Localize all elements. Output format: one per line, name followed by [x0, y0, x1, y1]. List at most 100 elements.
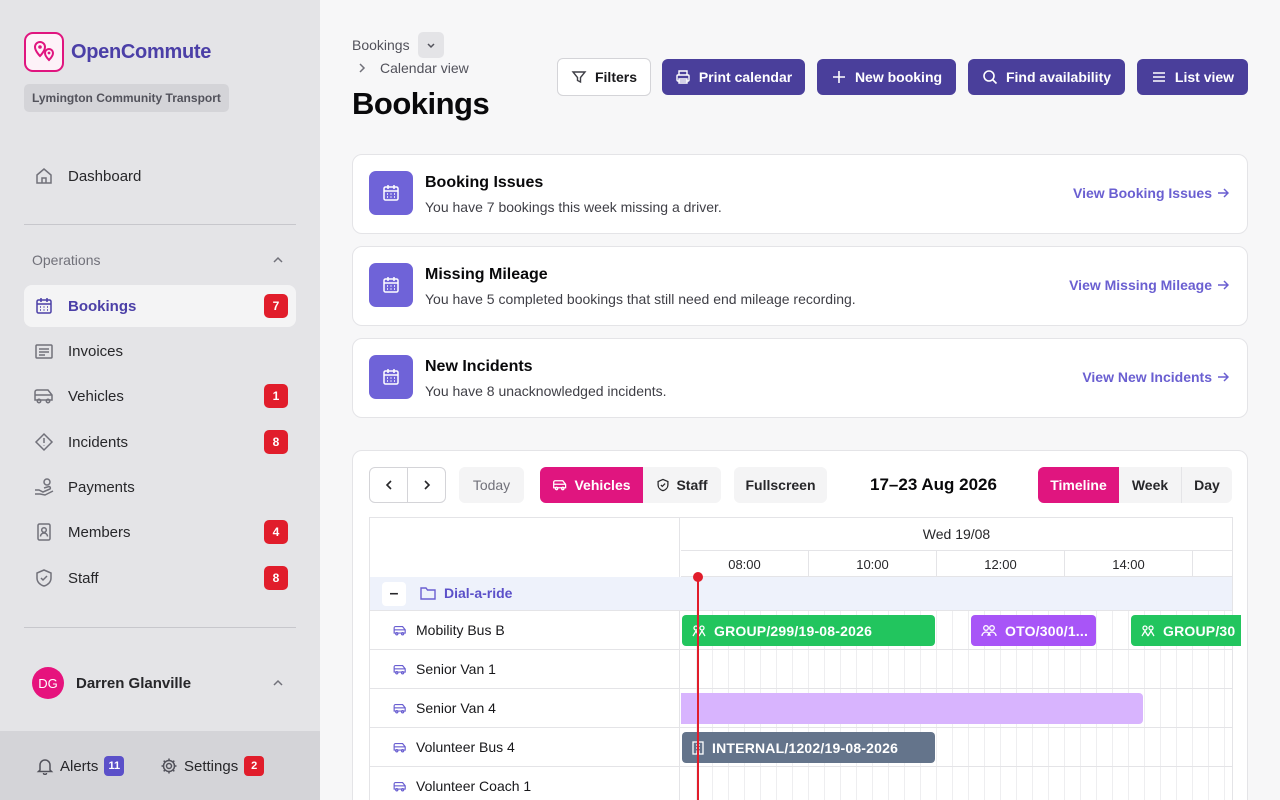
sidebar-item-members[interactable]: Members 4	[24, 511, 296, 553]
count-badge: 8	[264, 566, 288, 590]
prev-button[interactable]	[370, 468, 408, 502]
resource-row: Volunteer Bus 4 INTERNAL/1202/19-08-2026	[370, 728, 1232, 767]
breadcrumb: Calendar view	[356, 60, 469, 76]
avatar: DG	[32, 667, 64, 699]
settings-count-badge: 2	[244, 756, 265, 776]
link-label: View Booking Issues	[1072, 185, 1212, 201]
resource-label: Senior Van 4	[416, 700, 496, 716]
sidebar-item-label: Payments	[68, 478, 135, 496]
resource-name[interactable]: Volunteer Coach 1	[392, 778, 531, 794]
plus-icon	[832, 71, 845, 83]
alerts-button[interactable]: Alerts 11	[36, 756, 125, 776]
divider	[24, 224, 296, 225]
next-button[interactable]	[408, 468, 445, 502]
bell-icon	[36, 757, 54, 775]
resource-lane[interactable]	[681, 767, 1232, 800]
sidebar-item-dashboard[interactable]: Dashboard	[24, 155, 296, 197]
tab-day[interactable]: Day	[1182, 467, 1232, 503]
user-menu[interactable]: DG Darren Glanville	[32, 667, 191, 699]
view-new-incidents-link[interactable]: View New Incidents	[1082, 369, 1229, 385]
resource-lane[interactable]	[681, 689, 1232, 727]
timeline-grid: Wed 19/08 08:00 10:00 12:00 14:00 – Dial…	[369, 517, 1241, 800]
calendar-icon	[369, 355, 413, 399]
sidebar-footer: Alerts 11 Settings 2	[0, 731, 320, 800]
resource-name[interactable]: Volunteer Bus 4	[392, 739, 515, 755]
breadcrumb-current: Calendar view	[380, 60, 469, 76]
breadcrumb-root[interactable]: Bookings	[352, 37, 410, 53]
alert-card-missing-mileage: Missing Mileage You have 5 completed boo…	[352, 246, 1248, 326]
new-booking-label: New booking	[854, 69, 943, 85]
find-availability-button[interactable]: Find availability	[968, 59, 1125, 95]
new-booking-button[interactable]: New booking	[817, 59, 956, 95]
org-badge: Lymington Community Transport	[24, 84, 229, 112]
chevron-down-icon[interactable]	[418, 32, 444, 58]
settings-button[interactable]: Settings 2	[160, 756, 265, 776]
logo[interactable]: OpenCommute	[24, 32, 211, 72]
arrow-right-icon	[1217, 279, 1229, 291]
home-icon	[32, 164, 56, 188]
booking-event[interactable]: GROUP/30	[1131, 615, 1241, 646]
event-label: GROUP/299/19-08-2026	[714, 622, 873, 639]
card-title: Missing Mileage	[425, 266, 548, 283]
collapse-group-button[interactable]: –	[382, 582, 406, 606]
sidebar-item-staff[interactable]: Staff 8	[24, 557, 296, 599]
users-icon	[981, 624, 997, 636]
filter-icon	[571, 71, 587, 84]
calendar-nav	[369, 467, 446, 503]
tab-vehicles[interactable]: Vehicles	[540, 467, 643, 503]
resource-lane[interactable]	[681, 650, 1232, 688]
receipt-icon	[32, 339, 56, 363]
booking-event[interactable]: INTERNAL/1202/19-08-2026	[682, 732, 935, 763]
fullscreen-button[interactable]: Fullscreen	[734, 467, 827, 503]
hour-label: 12:00	[937, 551, 1065, 577]
print-label: Print calendar	[698, 69, 793, 85]
view-missing-mileage-link[interactable]: View Missing Mileage	[1069, 277, 1229, 293]
sidebar-item-label: Dashboard	[68, 167, 142, 185]
chevron-up-icon[interactable]	[270, 252, 286, 273]
group-name: Dial-a-ride	[444, 585, 513, 601]
tab-timeline[interactable]: Timeline	[1038, 467, 1119, 503]
booking-event[interactable]: OTO/300/1...	[971, 615, 1096, 646]
gear-icon	[160, 757, 178, 775]
printer-icon	[676, 70, 690, 84]
hour-label: 10:00	[809, 551, 937, 577]
sidebar-item-invoices[interactable]: Invoices	[24, 330, 296, 372]
day-header: Wed 19/08	[681, 518, 1232, 551]
bus-icon	[32, 384, 56, 408]
resource-name[interactable]: Senior Van 4	[392, 700, 496, 716]
filters-button[interactable]: Filters	[557, 58, 651, 96]
calendar-icon	[369, 263, 413, 307]
chevron-right-icon	[356, 62, 368, 74]
divider	[24, 627, 296, 628]
chevron-up-icon[interactable]	[270, 675, 286, 696]
brand-name: OpenCommute	[71, 40, 212, 63]
tab-week[interactable]: Week	[1119, 467, 1182, 503]
unavailable-block[interactable]	[681, 693, 1143, 724]
group-label[interactable]: Dial-a-ride	[420, 585, 512, 601]
resource-name[interactable]: Senior Van 1	[392, 661, 496, 677]
card-description: You have 8 unacknowledged incidents.	[425, 383, 667, 399]
tab-staff[interactable]: Staff	[643, 467, 721, 503]
resource-lane[interactable]: GROUP/299/19-08-2026 OTO/300/1... GROUP/…	[681, 611, 1241, 649]
list-view-button[interactable]: List view	[1137, 59, 1248, 95]
settings-label: Settings	[184, 757, 239, 775]
view-booking-issues-link[interactable]: View Booking Issues	[1073, 185, 1229, 201]
event-label: INTERNAL/1202/19-08-2026	[712, 739, 899, 756]
sidebar-item-bookings[interactable]: Bookings 7	[24, 285, 296, 327]
sidebar-item-payments[interactable]: Payments	[24, 466, 296, 508]
resource-name[interactable]: Mobility Bus B	[392, 622, 505, 638]
hour-label: 14:00	[1065, 551, 1193, 577]
today-button[interactable]: Today	[459, 467, 524, 503]
print-calendar-button[interactable]: Print calendar	[662, 59, 805, 95]
sidebar-item-label: Incidents	[68, 433, 129, 451]
folder-icon	[420, 587, 436, 600]
arrow-right-icon	[1217, 187, 1229, 199]
sidebar-item-incidents[interactable]: Incidents 8	[24, 421, 296, 463]
booking-event[interactable]: GROUP/299/19-08-2026	[682, 615, 935, 646]
card-description: You have 7 bookings this week missing a …	[425, 199, 722, 215]
alerts-count-badge: 11	[104, 756, 125, 776]
date-range: 17–23 Aug 2026	[870, 475, 997, 494]
resource-lane[interactable]: INTERNAL/1202/19-08-2026	[681, 728, 1232, 766]
sidebar-item-label: Members	[68, 523, 131, 541]
sidebar-item-vehicles[interactable]: Vehicles 1	[24, 375, 296, 417]
